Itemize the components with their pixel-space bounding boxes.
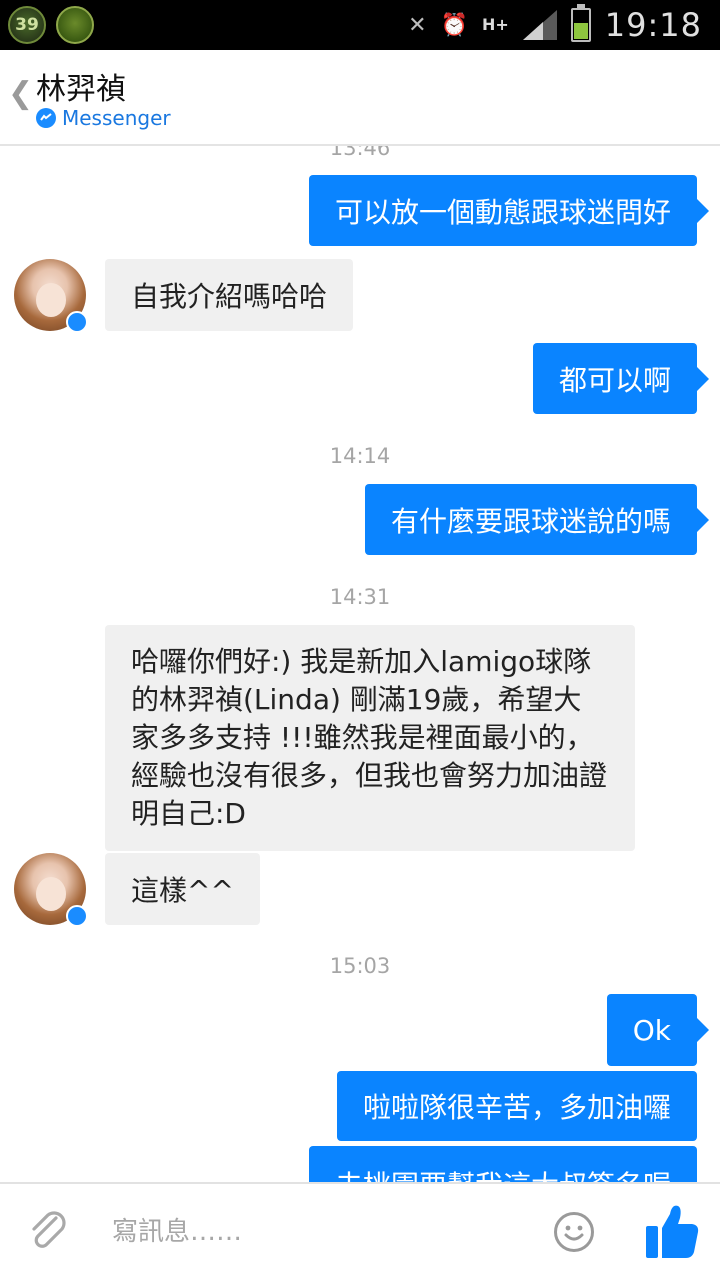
via-label: Messenger	[62, 106, 171, 130]
clock: 19:18	[604, 6, 702, 44]
outgoing-message[interactable]: 可以放一個動態跟球迷問好	[308, 175, 710, 246]
via-messenger: Messenger	[36, 106, 171, 130]
incoming-message[interactable]: 自我介紹嗎哈哈	[105, 259, 354, 331]
message-list[interactable]: 13:46 可以放一個動態跟球迷問好 自我介紹嗎哈哈 都可以啊 14:14 有什…	[0, 146, 720, 1182]
avatar[interactable]	[14, 853, 88, 927]
outgoing-message[interactable]: Ok	[606, 994, 710, 1066]
messenger-badge-icon	[66, 905, 88, 927]
outgoing-message[interactable]: 有什麼要跟球迷說的嗎	[364, 484, 710, 555]
messenger-icon	[36, 108, 56, 128]
timestamp: 14:31	[329, 585, 391, 609]
avatar[interactable]	[14, 259, 88, 333]
message-input[interactable]	[112, 1212, 532, 1252]
incoming-message[interactable]: 哈囉你們好:) 我是新加入lamigo球隊的林羿禎(Linda) 剛滿19歲，希…	[105, 625, 635, 851]
signal-icon	[522, 10, 557, 40]
messenger-badge-icon	[66, 311, 88, 333]
alarm-icon: ⏰	[440, 12, 468, 38]
outgoing-message[interactable]: 啦啦隊很辛苦，多加油囉	[336, 1071, 697, 1141]
game-notification-icon	[56, 6, 94, 44]
emoji-icon[interactable]	[554, 1212, 594, 1252]
outgoing-message[interactable]: 都可以啊	[532, 343, 710, 414]
contact-name[interactable]: 林羿禎	[36, 64, 126, 108]
back-chevron-icon[interactable]: ❮	[8, 76, 33, 111]
notification-count-icon: 39	[8, 6, 46, 44]
incoming-message[interactable]: 這樣^^	[105, 853, 260, 925]
like-icon[interactable]	[644, 1202, 700, 1260]
status-bar: 39 ✕ ⏰ H+ 19:18	[0, 0, 720, 50]
network-type-icon: H+	[481, 15, 509, 34]
outgoing-message[interactable]: 去桃園要幫我這大叔簽名喔	[308, 1146, 697, 1182]
message-composer	[0, 1182, 720, 1282]
timestamp: 14:14	[329, 444, 391, 468]
attachment-icon[interactable]	[26, 1208, 72, 1254]
timestamp: 15:03	[329, 954, 391, 978]
conversation-header: ❮ 林羿禎 Messenger	[0, 50, 720, 146]
mute-icon: ✕	[408, 12, 427, 38]
timestamp: 13:46	[329, 146, 391, 160]
battery-icon	[570, 4, 591, 42]
